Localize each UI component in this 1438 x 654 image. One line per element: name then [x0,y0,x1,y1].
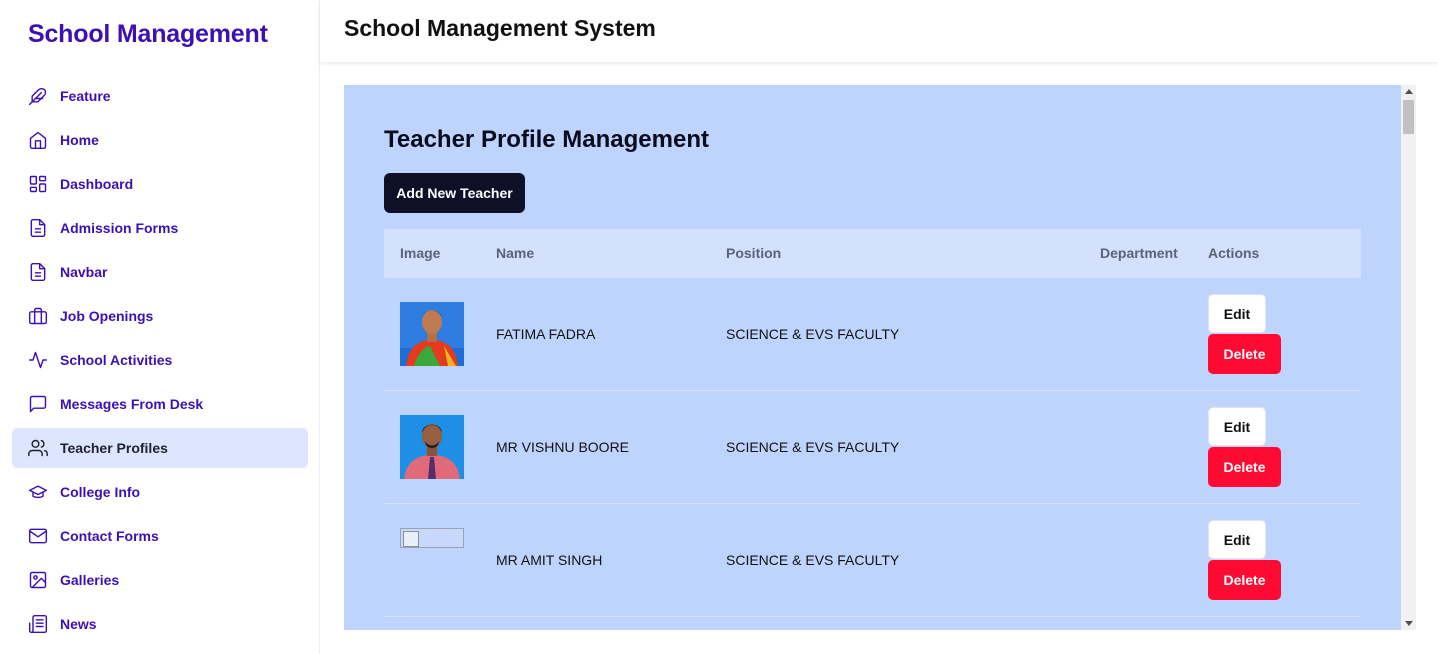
image-icon [28,570,48,590]
sidebar-item-label: Navbar [60,264,108,280]
teacher-position: SCIENCE & EVS FACULTY [726,552,900,568]
users-icon [28,438,48,458]
sidebar-item-label: College Info [60,484,141,500]
teacher-name: MR AMIT SINGH [496,552,603,568]
add-new-teacher-button[interactable]: Add New Teacher [384,173,525,213]
table-header: Image Name Position Department Actions [384,229,1361,278]
table-row: FATIMA FADRA SCIENCE & EVS FACULTY Edit … [384,278,1361,391]
activity-icon [28,350,48,370]
scroll-down-arrow-icon[interactable] [1405,621,1413,626]
panel-scrollbar[interactable] [1401,85,1416,630]
sidebar-item-college-info[interactable]: College Info [12,472,308,512]
sidebar-item-label: Teacher Profiles [60,440,168,456]
brand-title: School Management [28,20,268,48]
feather-icon [28,86,48,106]
sidebar-item-teacher-profiles[interactable]: Teacher Profiles [12,428,308,468]
dashboard-icon [28,174,48,194]
document-icon [28,262,48,282]
teacher-photo-broken [400,528,464,548]
app-title: School Management System [344,15,656,41]
teacher-name: FATIMA FADRA [496,326,596,342]
home-icon [28,130,48,150]
sidebar-item-label: Messages From Desk [60,396,204,412]
sidebar-item-label: News [60,616,97,632]
table-row: MR VISHNU BOORE SCIENCE & EVS FACULTY Ed… [384,391,1361,504]
teacher-position: SCIENCE & EVS FACULTY [726,439,900,455]
teacher-table: Image Name Position Department Actions F… [384,229,1361,617]
column-header-department: Department [1100,245,1178,261]
delete-button[interactable]: Delete [1208,334,1281,374]
sidebar-item-label: Admission Forms [60,220,179,236]
teacher-name: MR VISHNU BOORE [496,439,630,455]
page-title: Teacher Profile Management [384,126,709,153]
sidebar-item-job-openings[interactable]: Job Openings [12,296,308,336]
sidebar-item-label: School Activities [60,352,173,368]
teacher-position: SCIENCE & EVS FACULTY [726,326,900,342]
sidebar-item-news[interactable]: News [12,604,308,644]
edit-button[interactable]: Edit [1208,407,1266,446]
top-header: School Management System [320,0,1438,62]
sidebar-item-label: Dashboard [60,176,134,192]
document-icon [28,218,48,238]
teacher-photo [400,302,464,366]
newspaper-icon [28,614,48,634]
sidebar-item-school-activities[interactable]: School Activities [12,340,308,380]
sidebar-item-home[interactable]: Home [12,120,308,160]
scrollbar-thumb[interactable] [1403,100,1414,134]
sidebar-item-dashboard[interactable]: Dashboard [12,164,308,204]
mail-icon [28,526,48,546]
sidebar-item-label: Contact Forms [60,528,159,544]
sidebar-nav: Feature Home Dashboard Admission Forms N… [12,76,308,648]
column-header-image: Image [400,245,441,261]
sidebar-item-label: Galleries [60,572,120,588]
delete-button[interactable]: Delete [1208,447,1281,487]
column-header-actions: Actions [1208,245,1260,261]
edit-button[interactable]: Edit [1208,520,1266,559]
column-header-name: Name [496,245,535,261]
edit-button[interactable]: Edit [1208,294,1266,333]
sidebar: School Management Feature Home Dashboard… [0,0,320,654]
briefcase-icon [28,306,48,326]
sidebar-item-galleries[interactable]: Galleries [12,560,308,600]
table-row: MR AMIT SINGH SCIENCE & EVS FACULTY Edit… [384,504,1361,617]
sidebar-item-feature[interactable]: Feature [12,76,308,116]
column-header-position: Position [726,245,782,261]
graduation-cap-icon [28,482,48,502]
sidebar-item-contact-forms[interactable]: Contact Forms [12,516,308,556]
sidebar-item-admission-forms[interactable]: Admission Forms [12,208,308,248]
main-panel: Teacher Profile Management Add New Teach… [344,85,1401,630]
sidebar-item-label: Job Openings [60,308,154,324]
sidebar-item-label: Home [60,132,99,148]
sidebar-item-label: Feature [60,88,111,104]
scroll-up-arrow-icon[interactable] [1405,89,1413,94]
delete-button[interactable]: Delete [1208,560,1281,600]
sidebar-item-messages-from-desk[interactable]: Messages From Desk [12,384,308,424]
teacher-photo [400,415,464,479]
message-icon [28,394,48,414]
sidebar-item-navbar[interactable]: Navbar [12,252,308,292]
